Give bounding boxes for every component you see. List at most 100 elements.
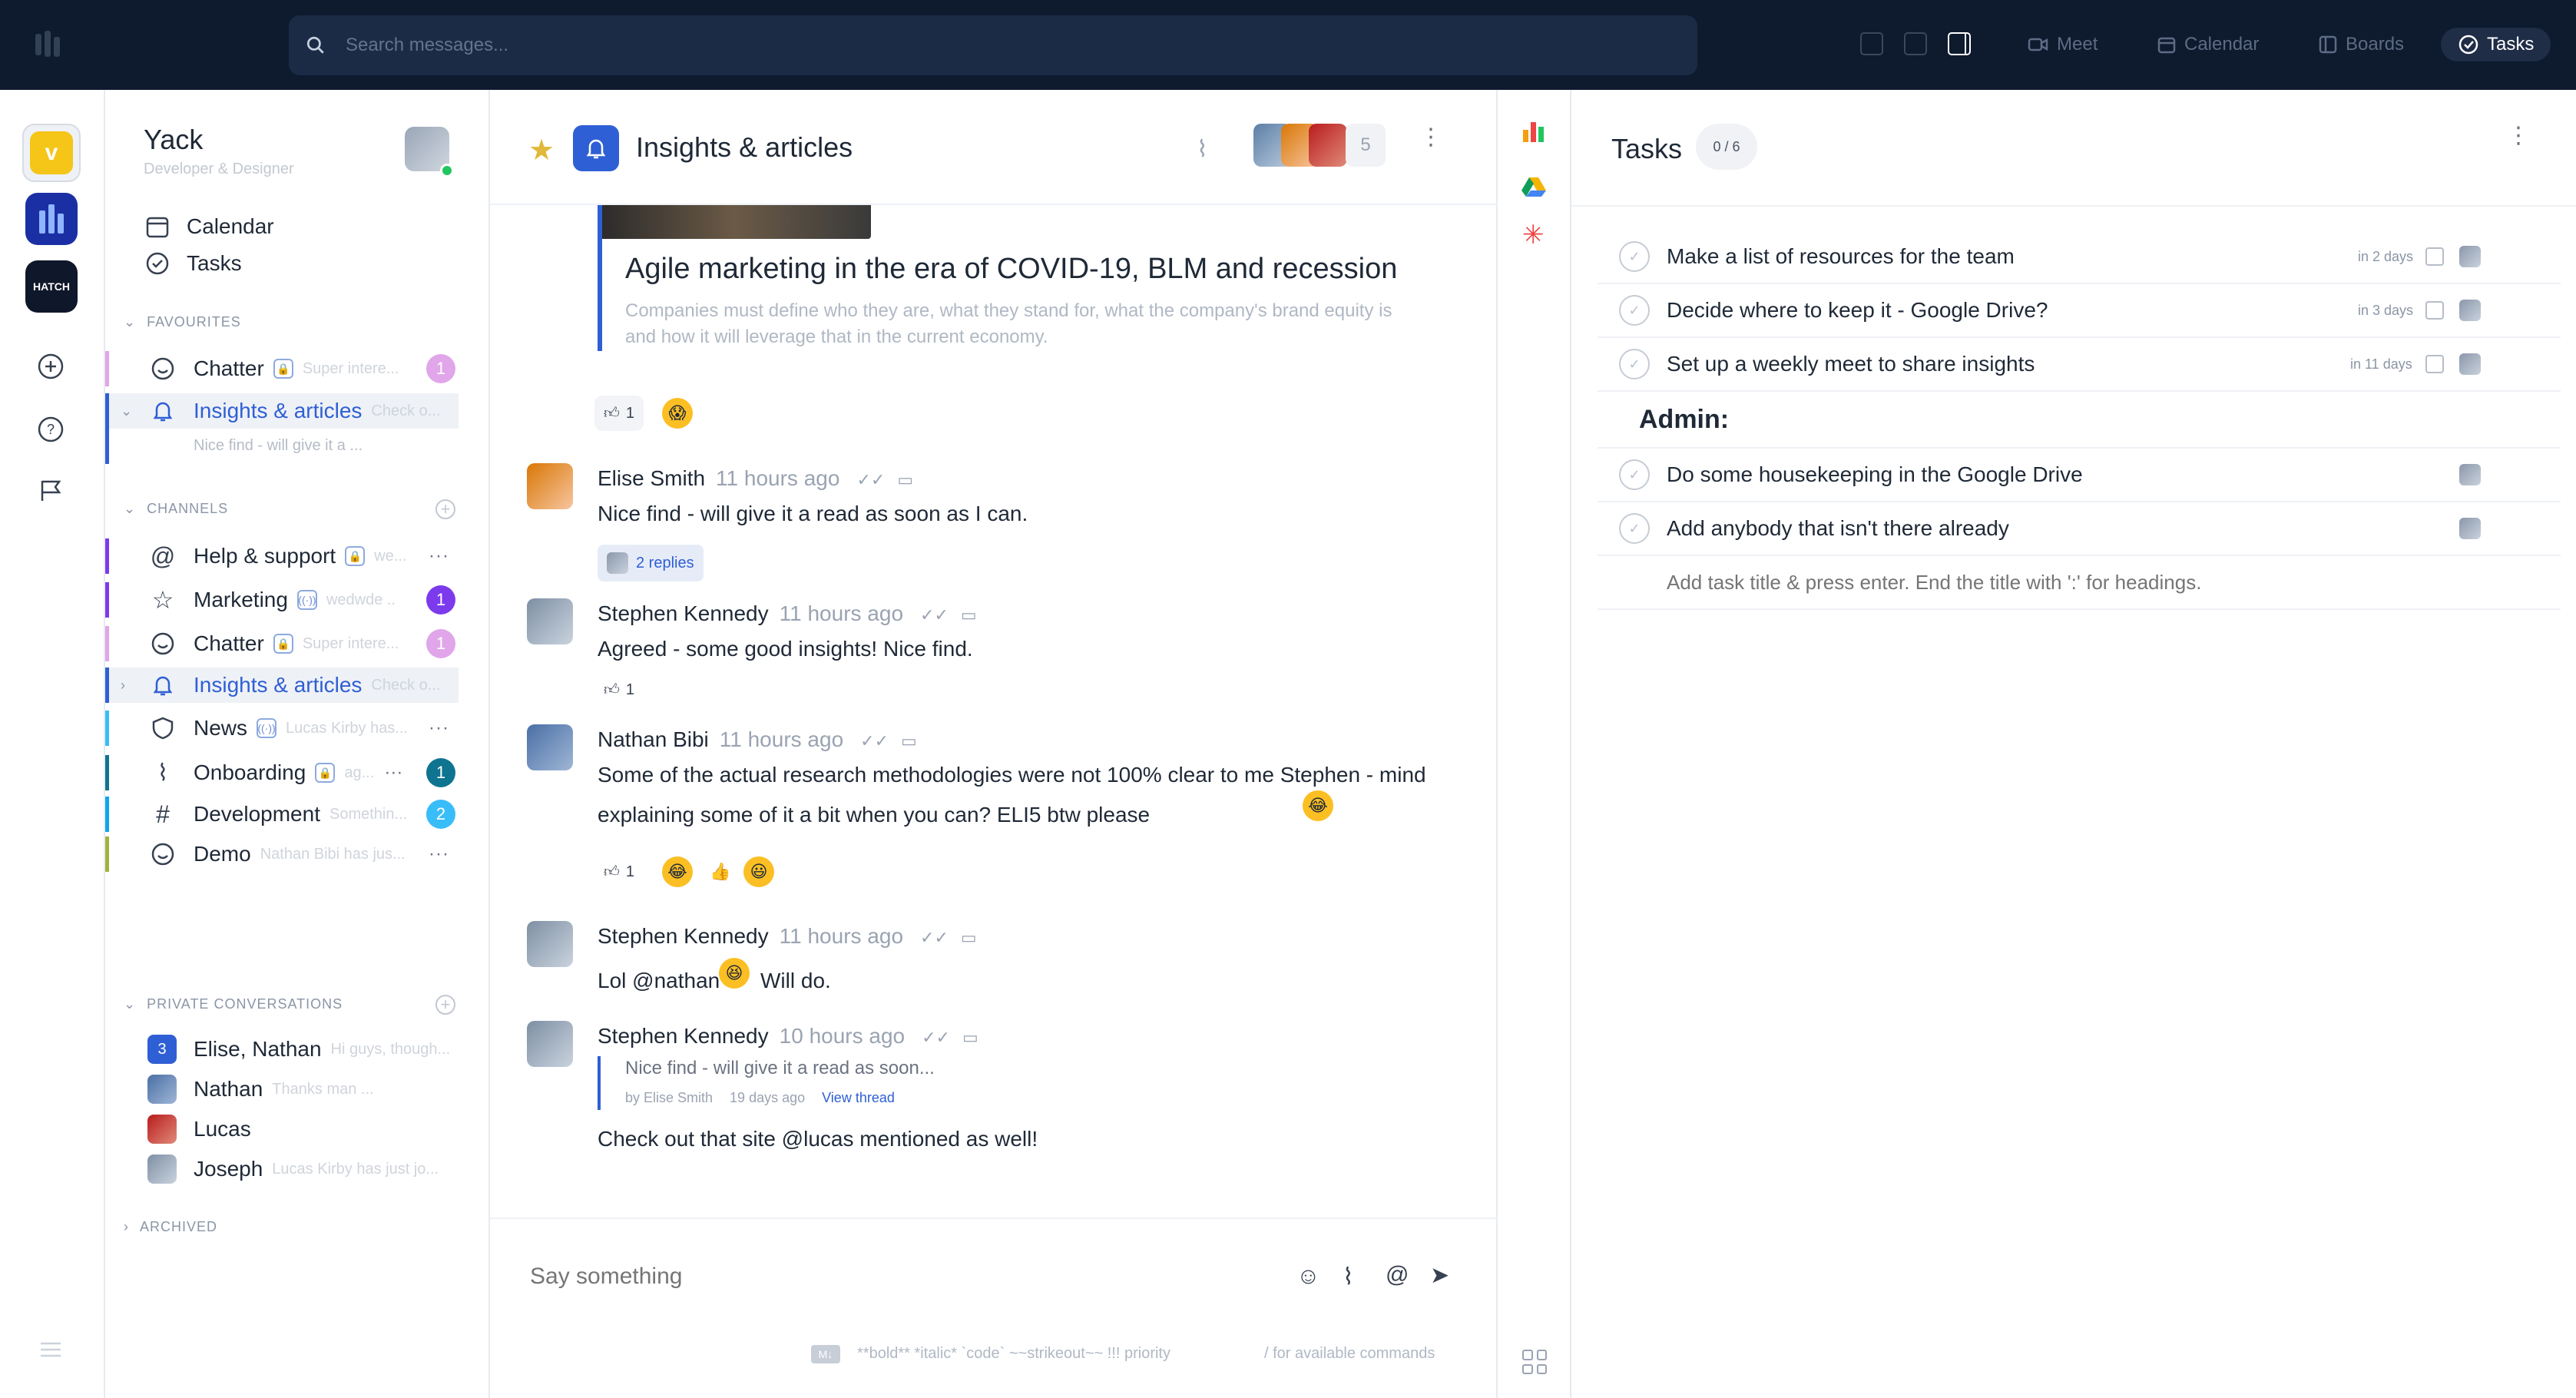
calendar-icon[interactable] (2425, 301, 2444, 320)
task-checkbox[interactable]: ✓ (1619, 349, 1650, 379)
favourite-insights[interactable]: ⌄ Insights & articles Check o... (105, 393, 459, 464)
emoji-picker-icon[interactable]: ☺ (1296, 1264, 1320, 1290)
author-name[interactable]: Stephen Kennedy (598, 601, 769, 625)
calendar-button[interactable]: Calendar (2157, 28, 2259, 61)
private-joseph[interactable]: Joseph Lucas Kirby has just jo... (105, 1151, 459, 1187)
channels-header[interactable]: ⌄ CHANNELS (124, 501, 228, 517)
calendar-icon[interactable] (2425, 247, 2444, 266)
avatar[interactable] (527, 598, 573, 644)
calendar-icon[interactable] (2425, 355, 2444, 373)
avatar[interactable] (2459, 353, 2481, 375)
more-options-icon[interactable]: ··· (429, 717, 449, 739)
private-nathan[interactable]: Nathan Thanks man ... (105, 1072, 459, 1107)
channel-marketing[interactable]: ☆ Marketing ((·)) wedwde ... 1 (105, 582, 459, 618)
help-icon[interactable]: ? (35, 414, 66, 445)
single-pane-view-icon[interactable] (1860, 32, 1883, 55)
like-reaction[interactable]: 👍︎ 1 (594, 672, 644, 707)
favourite-chatter[interactable]: Chatter 🔒 Super intere... 1 (105, 351, 459, 386)
private-conversations-header[interactable]: ⌄ PRIVATE CONVERSATIONS (124, 996, 343, 1012)
channel-demo[interactable]: Demo Nathan Bibi has jus... ··· (105, 836, 459, 872)
analytics-icon[interactable] (1523, 122, 1544, 142)
author-name[interactable]: Elise Smith (598, 466, 705, 490)
google-drive-icon[interactable] (1521, 176, 1547, 197)
meet-button[interactable]: Meet (2028, 28, 2098, 61)
mention-icon[interactable]: @ (1386, 1262, 1409, 1288)
new-task-row[interactable] (1598, 556, 2561, 610)
task-title[interactable]: Add anybody that isn't there already (1667, 516, 2009, 541)
sidebar-link-tasks[interactable]: Tasks (145, 248, 242, 279)
thumbs-up-emoji-icon[interactable]: 👍 (705, 856, 736, 887)
avatar[interactable] (2459, 300, 2481, 321)
task-row[interactable]: ✓ Do some housekeeping in the Google Dri… (1598, 449, 2561, 502)
add-conversation-icon[interactable]: + (435, 995, 455, 1015)
app-logo-icon[interactable] (32, 29, 63, 60)
split-view-icon[interactable] (1904, 32, 1927, 55)
more-options-icon[interactable]: ··· (429, 843, 449, 865)
task-heading-row[interactable]: Admin: (1598, 392, 2561, 449)
attachment-icon[interactable]: ⌇ (1197, 136, 1208, 163)
sidebar-link-calendar[interactable]: Calendar (145, 211, 274, 242)
avatar[interactable] (527, 463, 573, 509)
apps-grid-icon[interactable] (1522, 1350, 1547, 1374)
task-title[interactable]: Do some housekeeping in the Google Drive (1667, 462, 2083, 487)
channel-development[interactable]: # Development Somethin... 2 (105, 797, 459, 832)
search-input[interactable] (346, 35, 1574, 56)
channel-onboarding[interactable]: ⌇ Onboarding 🔒 ag... ··· 1 (105, 755, 459, 790)
task-title[interactable]: Make a list of resources for the team (1667, 244, 2015, 269)
shocked-emoji-icon[interactable]: 😱 (662, 398, 693, 429)
author-name[interactable]: Stephen Kennedy (598, 924, 769, 948)
add-workspace-icon[interactable] (35, 351, 66, 382)
grinning-emoji-icon[interactable]: 😃 (743, 856, 774, 887)
task-row[interactable]: ✓ Make a list of resources for the team … (1598, 230, 2561, 284)
author-name[interactable]: Stephen Kennedy (598, 1024, 769, 1048)
send-icon[interactable]: ➤ (1430, 1262, 1449, 1289)
message-input[interactable] (530, 1257, 1298, 1296)
tasks-button[interactable]: Tasks (2441, 28, 2551, 61)
avatar[interactable] (527, 1021, 573, 1067)
task-checkbox[interactable]: ✓ (1619, 295, 1650, 326)
task-heading[interactable]: Admin: (1639, 405, 1729, 435)
task-row[interactable]: ✓ Set up a weekly meet to share insights… (1598, 338, 2561, 392)
channel-chatter[interactable]: Chatter 🔒 Super intere... 1 (105, 626, 459, 661)
more-vertical-icon[interactable]: ⋮ (1419, 126, 1442, 149)
avatar[interactable] (2459, 246, 2481, 267)
private-lucas[interactable]: Lucas (105, 1111, 459, 1147)
view-thread-link[interactable]: View thread (822, 1090, 895, 1106)
task-checkbox[interactable]: ✓ (1619, 459, 1650, 490)
laughing-emoji-icon[interactable]: 😂 (662, 856, 693, 887)
favourites-header[interactable]: ⌄ FAVOURITES (124, 314, 241, 330)
right-panel-view-icon[interactable] (1948, 32, 1971, 55)
avatar[interactable] (527, 724, 573, 770)
avatar[interactable] (2459, 518, 2481, 539)
star-icon[interactable]: ★ (528, 133, 555, 167)
task-row[interactable]: ✓ Decide where to keep it - Google Drive… (1598, 284, 2561, 338)
channel-insights-articles[interactable]: › Insights & articles Check o... (105, 668, 459, 703)
task-checkbox[interactable]: ✓ (1619, 241, 1650, 272)
zapier-icon[interactable]: ✳ (1522, 222, 1545, 248)
avatar[interactable] (2459, 464, 2481, 485)
member-avatars[interactable]: 5 (1253, 124, 1386, 167)
author-name[interactable]: Nathan Bibi (598, 727, 709, 751)
add-channel-icon[interactable]: + (435, 499, 455, 519)
menu-icon[interactable] (35, 1334, 66, 1365)
channel-help-support[interactable]: @ Help & support 🔒 we... ··· (105, 538, 459, 574)
attach-file-icon[interactable]: ⌇ (1343, 1264, 1354, 1290)
more-options-icon[interactable]: ··· (384, 762, 402, 783)
new-task-input[interactable] (1667, 567, 2511, 598)
task-row[interactable]: ✓ Add anybody that isn't there already (1598, 502, 2561, 556)
workspace-hatch[interactable] (25, 193, 78, 245)
task-checkbox[interactable]: ✓ (1619, 513, 1650, 544)
flag-icon[interactable] (35, 475, 66, 506)
message-list[interactable]: Agile marketing in the era of COVID-19, … (490, 205, 1498, 1304)
more-vertical-icon[interactable]: ⋮ (2507, 124, 2530, 147)
workspace-yack[interactable]: v (22, 124, 81, 182)
replies-button[interactable]: 2 replies (598, 545, 704, 581)
avatar[interactable] (527, 921, 573, 967)
boards-button[interactable]: Boards (2318, 28, 2404, 61)
workspace-hatch-dark[interactable]: HATCH (25, 260, 78, 313)
task-title[interactable]: Decide where to keep it - Google Drive? (1667, 298, 2048, 323)
archived-header[interactable]: › ARCHIVED (124, 1219, 217, 1235)
search-bar[interactable] (289, 15, 1697, 75)
like-reaction[interactable]: 👍︎ 1 (594, 396, 644, 431)
private-elise-nathan[interactable]: 3 Elise, Nathan Hi guys, though... (105, 1032, 459, 1067)
